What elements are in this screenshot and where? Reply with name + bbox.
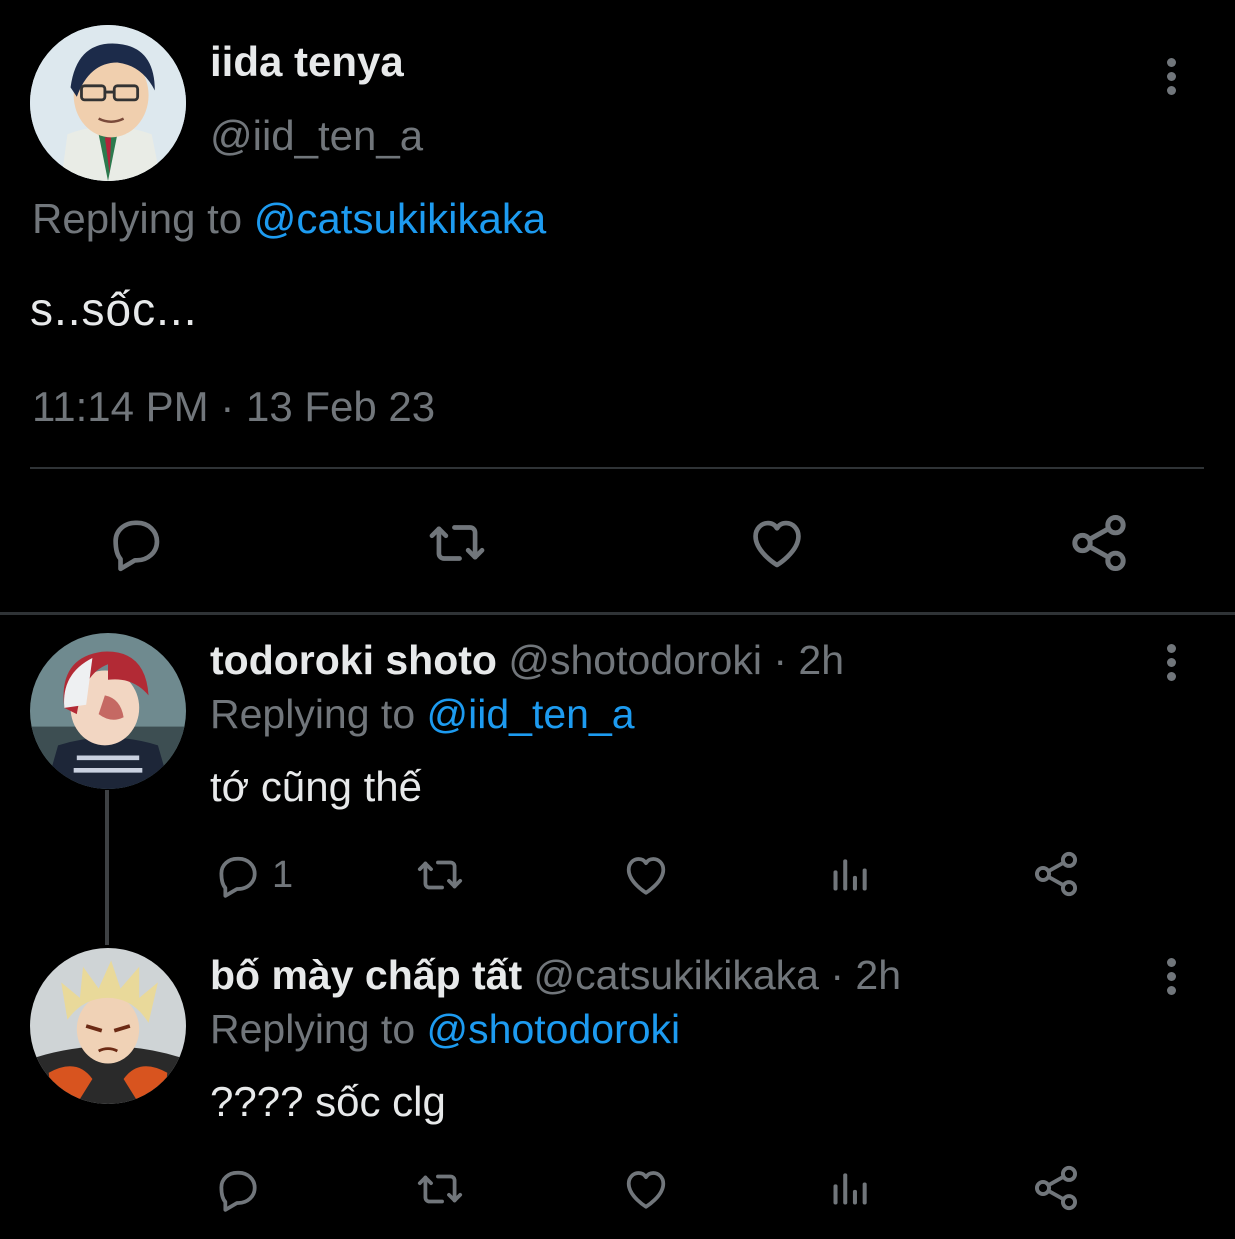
replying-to-line: Replying to @iid_ten_a: [210, 691, 635, 738]
avatar-image-todoroki: [30, 633, 186, 789]
replying-to-mention[interactable]: @catsukikikaka: [254, 195, 546, 242]
share-icon: [1030, 848, 1082, 900]
avatar-image-iida: [30, 25, 186, 181]
author-handle[interactable]: @shotodoroki: [508, 637, 762, 683]
tweet-timestamp[interactable]: 11:14 PM · 13 Feb 23: [32, 383, 435, 431]
like-button[interactable]: [745, 512, 809, 574]
share-icon: [1030, 1162, 1082, 1214]
like-button[interactable]: [620, 850, 672, 900]
more-options-icon[interactable]: [1159, 954, 1183, 998]
author-handle[interactable]: @iid_ten_a: [210, 112, 423, 160]
like-icon: [745, 512, 809, 574]
thread-connector-line: [105, 790, 109, 945]
reply-button[interactable]: 1: [212, 850, 293, 900]
share-button[interactable]: [1030, 1162, 1082, 1214]
reply-header: todoroki shoto @shotodoroki · 2h: [210, 637, 844, 684]
reply-time: · 2h: [830, 952, 902, 998]
author-handle[interactable]: @catsukikikaka: [534, 952, 819, 998]
share-button[interactable]: [1066, 510, 1132, 576]
reply-button[interactable]: [212, 1164, 262, 1214]
tweet-text: ???? sốc clg: [210, 1078, 446, 1125]
more-options-icon[interactable]: [1159, 640, 1183, 684]
like-icon: [620, 1164, 672, 1214]
tweet-text: s..sốc...: [30, 283, 198, 335]
views-button[interactable]: [828, 852, 872, 896]
reply-icon: [104, 512, 166, 574]
share-button[interactable]: [1030, 848, 1082, 900]
reply-icon: [212, 850, 262, 900]
retweet-icon: [412, 1164, 468, 1214]
share-icon: [1066, 510, 1132, 576]
avatar[interactable]: [30, 25, 186, 181]
author-name[interactable]: bố mày chấp tất: [210, 952, 522, 998]
section-divider: [0, 612, 1235, 615]
views-icon: [828, 852, 872, 896]
replying-to-mention[interactable]: @shotodoroki: [427, 1006, 681, 1052]
author-name[interactable]: todoroki shoto: [210, 637, 497, 683]
retweet-icon: [423, 512, 491, 574]
reply-time: · 2h: [773, 637, 845, 683]
like-icon: [620, 850, 672, 900]
retweet-icon: [412, 850, 468, 900]
replying-prefix: Replying to: [210, 1006, 416, 1052]
replying-to-line: Replying to @catsukikikaka: [32, 195, 546, 243]
reply-button[interactable]: [104, 512, 166, 574]
retweet-button[interactable]: [423, 512, 491, 574]
views-icon: [828, 1166, 872, 1210]
retweet-button[interactable]: [412, 850, 468, 900]
retweet-button[interactable]: [412, 1164, 468, 1214]
avatar[interactable]: [30, 633, 186, 789]
avatar-image-bakugo: [30, 948, 186, 1104]
replying-to-mention[interactable]: @iid_ten_a: [427, 691, 635, 737]
tweet-text: tớ cũng thế: [210, 763, 423, 810]
replying-prefix: Replying to: [210, 691, 416, 737]
reply-header: bố mày chấp tất @catsukikikaka · 2h: [210, 952, 901, 999]
avatar[interactable]: [30, 948, 186, 1104]
replying-to-line: Replying to @shotodoroki: [210, 1006, 680, 1053]
more-options-icon[interactable]: [1159, 54, 1183, 98]
like-button[interactable]: [620, 1164, 672, 1214]
reply-icon: [212, 1164, 262, 1214]
views-button[interactable]: [828, 1166, 872, 1210]
reply-count: 1: [272, 853, 294, 896]
replying-prefix: Replying to: [32, 195, 243, 242]
divider: [30, 467, 1204, 469]
author-name[interactable]: iida tenya: [210, 38, 404, 86]
